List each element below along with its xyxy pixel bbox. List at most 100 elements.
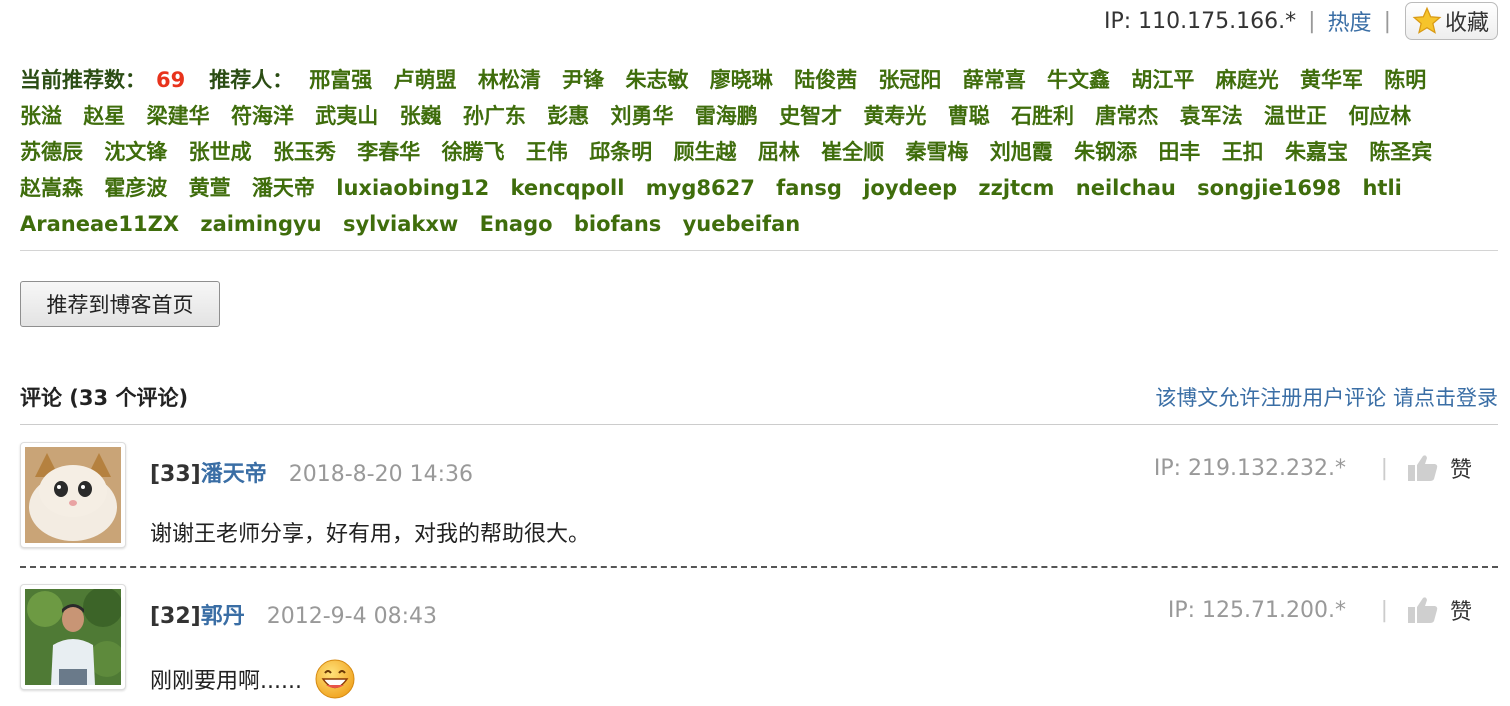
recommender-link[interactable]: 雷海鹏 — [695, 104, 758, 128]
recommender-link[interactable]: 刘旭霞 — [990, 140, 1053, 164]
recommender-link[interactable]: zzjtcm — [978, 176, 1054, 200]
recommender-link[interactable]: luxiaobing12 — [336, 176, 489, 200]
recommender-link[interactable]: 胡江平 — [1131, 68, 1194, 92]
recommender-link[interactable]: biofans — [574, 212, 661, 236]
comment-content: 刚刚要用啊...... — [150, 669, 302, 694]
recommender-link[interactable]: 张溢 — [20, 104, 62, 128]
separator: | — [1380, 456, 1388, 481]
recommender-link[interactable]: 何应林 — [1348, 104, 1411, 128]
recommender-link[interactable]: 梁建华 — [147, 104, 210, 128]
recommender-link[interactable]: 陆俊茜 — [794, 68, 857, 92]
comment-content: 谢谢王老师分享，好有用，对我的帮助很大。 — [150, 522, 591, 547]
recommender-link[interactable]: joydeep — [863, 176, 957, 200]
heat-link[interactable]: 热度 — [1328, 5, 1372, 37]
visitor-ip: IP: 110.175.166.* — [1104, 8, 1297, 34]
recommender-link[interactable]: 朱钢添 — [1074, 140, 1137, 164]
recommender-link[interactable]: 陈明 — [1384, 68, 1426, 92]
recommender-link[interactable]: Enago — [480, 212, 553, 236]
recommender-link[interactable]: 赵嵩森 — [20, 176, 83, 200]
recommender-link[interactable]: 朱志敏 — [625, 68, 688, 92]
recommenders-label: 推荐人： — [209, 68, 294, 92]
recommender-link[interactable]: 唐常杰 — [1095, 104, 1158, 128]
like-label: 赞 — [1449, 458, 1472, 483]
recommender-link[interactable]: myg8627 — [646, 176, 755, 200]
star-icon — [1412, 6, 1442, 34]
separator: | — [1383, 8, 1391, 34]
comment-text: 刚刚要用啊...... — [150, 658, 356, 700]
comment-ip: IP: 125.71.200.* — [1167, 598, 1346, 623]
comment-author[interactable]: 郭丹 — [201, 604, 245, 629]
recommend-count: 69 — [156, 68, 186, 92]
recommender-link[interactable]: 陈圣宾 — [1369, 140, 1432, 164]
recommender-link[interactable]: 王扣 — [1222, 140, 1264, 164]
comment-author[interactable]: 潘天帝 — [201, 462, 267, 487]
recommender-link[interactable]: 朱嘉宝 — [1285, 140, 1348, 164]
recommender-link[interactable]: htli — [1362, 176, 1401, 200]
recommender-link[interactable]: songjie1698 — [1197, 176, 1341, 200]
comment-ip: IP: 219.132.232.* — [1153, 456, 1346, 481]
recommender-link[interactable]: 王伟 — [526, 140, 568, 164]
comment-divider — [20, 566, 1498, 568]
favorite-button[interactable]: 收藏 — [1404, 2, 1498, 40]
recommender-link[interactable]: 武夷山 — [315, 104, 378, 128]
recommender-link[interactable]: 黄寿光 — [863, 104, 926, 128]
avatar[interactable] — [20, 442, 126, 548]
recommender-link[interactable]: 彭惠 — [547, 104, 589, 128]
recommender-link[interactable]: 林松清 — [478, 68, 541, 92]
recommender-link[interactable]: 黄萱 — [189, 176, 231, 200]
recommender-link[interactable]: sylviakxw — [343, 212, 458, 236]
recommender-link[interactable]: 曹聪 — [948, 104, 990, 128]
recommend-count-label: 当前推荐数： — [20, 68, 146, 92]
recommender-link[interactable]: 孙广东 — [463, 104, 526, 128]
recommender-link[interactable]: 卢萌盟 — [394, 68, 457, 92]
recommender-link[interactable]: 邱条明 — [589, 140, 652, 164]
recommender-link[interactable]: 田丰 — [1158, 140, 1200, 164]
like-button[interactable]: 赞 — [1407, 452, 1472, 484]
cat-avatar-icon — [25, 447, 121, 543]
recommender-link[interactable]: 刘勇华 — [611, 104, 674, 128]
recommender-link[interactable]: 袁军法 — [1180, 104, 1243, 128]
recommender-link[interactable]: zaimingyu — [200, 212, 321, 236]
comment-text: 谢谢王老师分享，好有用，对我的帮助很大。 — [150, 516, 590, 548]
recommender-link[interactable]: 赵星 — [83, 104, 125, 128]
thumbs-up-icon — [1407, 455, 1438, 481]
divider — [20, 424, 1498, 425]
recommender-link[interactable]: 张玉秀 — [273, 140, 336, 164]
recommender-link[interactable]: yuebeifan — [683, 212, 801, 236]
login-to-comment-link[interactable]: 该博文允许注册用户评论 请点击登录 — [1155, 382, 1498, 412]
recommender-link[interactable]: 霍彦波 — [104, 176, 167, 200]
recommender-link[interactable]: 史智才 — [779, 104, 842, 128]
recommender-link[interactable]: 张世成 — [189, 140, 252, 164]
recommender-link[interactable]: 顾生越 — [674, 140, 737, 164]
recommender-link[interactable]: 张巍 — [400, 104, 442, 128]
recommender-link[interactable]: 张冠阳 — [878, 68, 941, 92]
avatar[interactable] — [20, 584, 126, 690]
recommender-link[interactable]: kencqpoll — [511, 176, 625, 200]
recommender-link[interactable]: 黄华军 — [1300, 68, 1363, 92]
recommender-link[interactable]: 廖晓琳 — [710, 68, 773, 92]
recommender-link[interactable]: 尹锋 — [562, 68, 604, 92]
recommender-link[interactable]: 符海洋 — [231, 104, 294, 128]
recommender-link[interactable]: 徐腾飞 — [442, 140, 505, 164]
recommender-link[interactable]: 沈文锋 — [104, 140, 167, 164]
recommender-link[interactable]: fansg — [776, 176, 842, 200]
separator: | — [1308, 8, 1316, 34]
recommender-link[interactable]: 屈林 — [758, 140, 800, 164]
recommender-link[interactable]: 麻庭光 — [1216, 68, 1279, 92]
recommender-link[interactable]: 秦雪梅 — [905, 140, 968, 164]
recommender-link[interactable]: 苏德辰 — [20, 140, 83, 164]
recommender-link[interactable]: 薛常喜 — [963, 68, 1026, 92]
comment-header: [33]潘天帝 2018-8-20 14:36 — [150, 456, 473, 488]
recommender-link[interactable]: 牛文鑫 — [1047, 68, 1110, 92]
recommender-link[interactable]: 邢富强 — [309, 68, 372, 92]
recommend-to-homepage-button[interactable]: 推荐到博客首页 — [20, 281, 220, 327]
recommender-link[interactable]: 崔全顺 — [821, 140, 884, 164]
thumbs-up-icon — [1407, 597, 1438, 623]
recommender-link[interactable]: 李春华 — [357, 140, 420, 164]
recommender-link[interactable]: 石胜利 — [1011, 104, 1074, 128]
recommender-link[interactable]: 潘天帝 — [252, 176, 315, 200]
recommender-link[interactable]: neilchau — [1076, 176, 1176, 200]
recommender-link[interactable]: 温世正 — [1264, 104, 1327, 128]
like-button[interactable]: 赞 — [1407, 594, 1472, 626]
recommender-link[interactable]: Araneae11ZX — [20, 212, 179, 236]
